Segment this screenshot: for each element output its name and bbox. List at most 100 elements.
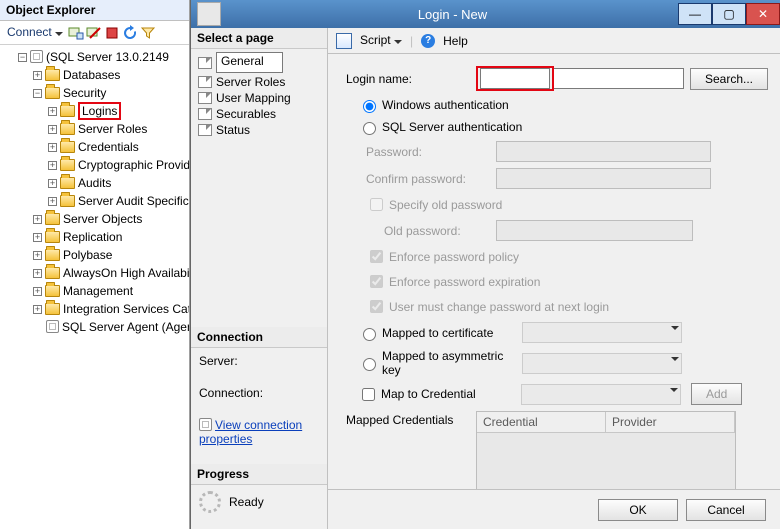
must-change-checkbox (370, 300, 383, 313)
grid-col-provider: Provider (606, 412, 735, 432)
expand-icon[interactable]: + (48, 161, 57, 170)
folder-icon (60, 105, 75, 117)
view-connection-properties-link[interactable]: View connection properties (199, 418, 302, 446)
specify-old-password-checkbox (370, 198, 383, 211)
folder-icon (60, 159, 75, 171)
expand-icon[interactable]: + (33, 305, 42, 314)
object-explorer-toolbar: Connect (0, 21, 189, 45)
expand-icon[interactable]: + (48, 179, 57, 188)
expand-icon[interactable]: + (33, 251, 42, 260)
tree-node-polybase[interactable]: Polybase (63, 248, 112, 262)
close-button[interactable]: ✕ (746, 3, 780, 25)
folder-icon (45, 87, 60, 99)
tree-node-server-audit-spec[interactable]: Server Audit Specification (78, 194, 189, 208)
cancel-button[interactable]: Cancel (686, 499, 766, 521)
mapped-cert-radio[interactable] (363, 328, 376, 341)
expand-icon[interactable]: + (33, 233, 42, 242)
tree-node-databases[interactable]: Databases (63, 68, 120, 82)
object-explorer-panel: Object Explorer Connect − (SQL Server 13.… (0, 0, 190, 529)
help-icon: ? (421, 34, 435, 48)
server-node[interactable]: (SQL Server 13.0.2149 (46, 50, 169, 64)
tree-node-alwayson[interactable]: AlwaysOn High Availability (63, 266, 189, 280)
login-name-input-ext[interactable] (554, 68, 684, 89)
mapped-cert-label: Mapped to certificate (382, 326, 522, 340)
expand-icon[interactable]: + (48, 197, 57, 206)
tree-node-crypto-providers[interactable]: Cryptographic Providers (78, 158, 189, 172)
ok-button[interactable]: OK (598, 499, 678, 521)
tree-node-management[interactable]: Management (63, 284, 133, 298)
page-icon (198, 57, 212, 69)
connection-header: Connection (191, 327, 327, 348)
folder-icon (45, 249, 60, 261)
page-general[interactable]: General (195, 51, 323, 74)
expand-icon[interactable]: + (48, 125, 57, 134)
tree-node-audits[interactable]: Audits (78, 176, 111, 190)
tree-node-server-roles[interactable]: Server Roles (78, 122, 147, 136)
tree-node-integration[interactable]: Integration Services Catalogs (63, 302, 189, 316)
grid-col-credential: Credential (477, 412, 606, 432)
expand-icon[interactable]: + (33, 269, 42, 278)
asymmetric-key-select (522, 353, 682, 374)
page-user-mapping[interactable]: User Mapping (195, 90, 323, 106)
mapped-asym-radio[interactable] (363, 358, 376, 371)
folder-icon (45, 267, 60, 279)
tree-node-server-objects[interactable]: Server Objects (63, 212, 142, 226)
dialog-toolbar: Script | ? Help (328, 28, 780, 54)
map-credential-label: Map to Credential (381, 387, 521, 401)
expand-icon[interactable]: + (33, 215, 42, 224)
server-icon (30, 50, 43, 63)
certificate-select (522, 322, 682, 343)
expand-icon[interactable]: + (48, 143, 57, 152)
windows-auth-radio[interactable] (363, 100, 376, 113)
chevron-down-icon (55, 32, 63, 40)
filter-icon[interactable] (140, 25, 156, 41)
login-name-label: Login name: (346, 72, 476, 86)
chevron-down-icon (394, 40, 402, 48)
tree-node-logins[interactable]: Logins (78, 102, 121, 120)
connection-props-icon (199, 418, 212, 431)
disconnect-icon[interactable] (86, 25, 102, 41)
connect-dropdown[interactable]: Connect (4, 23, 66, 42)
collapse-icon[interactable]: − (18, 53, 27, 62)
expand-icon[interactable]: + (33, 71, 42, 80)
search-button[interactable]: Search... (690, 68, 768, 90)
stop-icon[interactable] (104, 25, 120, 41)
tree-node-replication[interactable]: Replication (63, 230, 122, 244)
maximize-button[interactable]: ▢ (712, 3, 746, 25)
dialog-titlebar[interactable]: Login - New — ▢ ✕ (191, 0, 780, 28)
object-explorer-title: Object Explorer (0, 0, 189, 21)
progress-header: Progress (191, 464, 327, 485)
connection-server-label: Server: (199, 354, 319, 368)
tree-node-security[interactable]: Security (63, 86, 106, 100)
folder-icon (45, 285, 60, 297)
folder-icon (60, 177, 75, 189)
connection-connection-label: Connection: (199, 386, 319, 400)
progress-spinner-icon (199, 491, 221, 513)
login-name-input[interactable] (480, 68, 550, 89)
object-explorer-tree[interactable]: − (SQL Server 13.0.2149 + Databases − Secur… (0, 45, 189, 336)
refresh-icon[interactable] (122, 25, 138, 41)
expand-icon[interactable]: + (48, 107, 57, 116)
tree-node-sql-agent[interactable]: SQL Server Agent (Agent XPs (62, 320, 189, 334)
mapped-credentials-grid[interactable]: Credential Provider (476, 411, 736, 489)
tree-node-credentials[interactable]: Credentials (78, 140, 139, 154)
collapse-icon[interactable]: − (33, 89, 42, 98)
dialog-left-pane: Select a page General Server Roles User … (191, 28, 328, 529)
script-dropdown[interactable]: Script (360, 33, 402, 48)
page-status[interactable]: Status (195, 122, 323, 138)
page-server-roles[interactable]: Server Roles (195, 74, 323, 90)
login-new-dialog: Login - New — ▢ ✕ Select a page General … (190, 0, 780, 529)
help-button[interactable]: Help (443, 34, 468, 48)
progress-status: Ready (229, 495, 264, 509)
minimize-button[interactable]: — (678, 3, 712, 25)
server-connect-icon[interactable] (68, 25, 84, 41)
folder-icon (45, 303, 60, 315)
folder-icon (45, 213, 60, 225)
system-menu-icon[interactable] (197, 2, 221, 26)
sql-auth-radio[interactable] (363, 122, 376, 135)
map-credential-checkbox[interactable] (362, 388, 375, 401)
folder-icon (60, 141, 75, 153)
expand-icon[interactable]: + (33, 287, 42, 296)
mapped-asym-label: Mapped to asymmetric key (382, 349, 522, 377)
page-securables[interactable]: Securables (195, 106, 323, 122)
